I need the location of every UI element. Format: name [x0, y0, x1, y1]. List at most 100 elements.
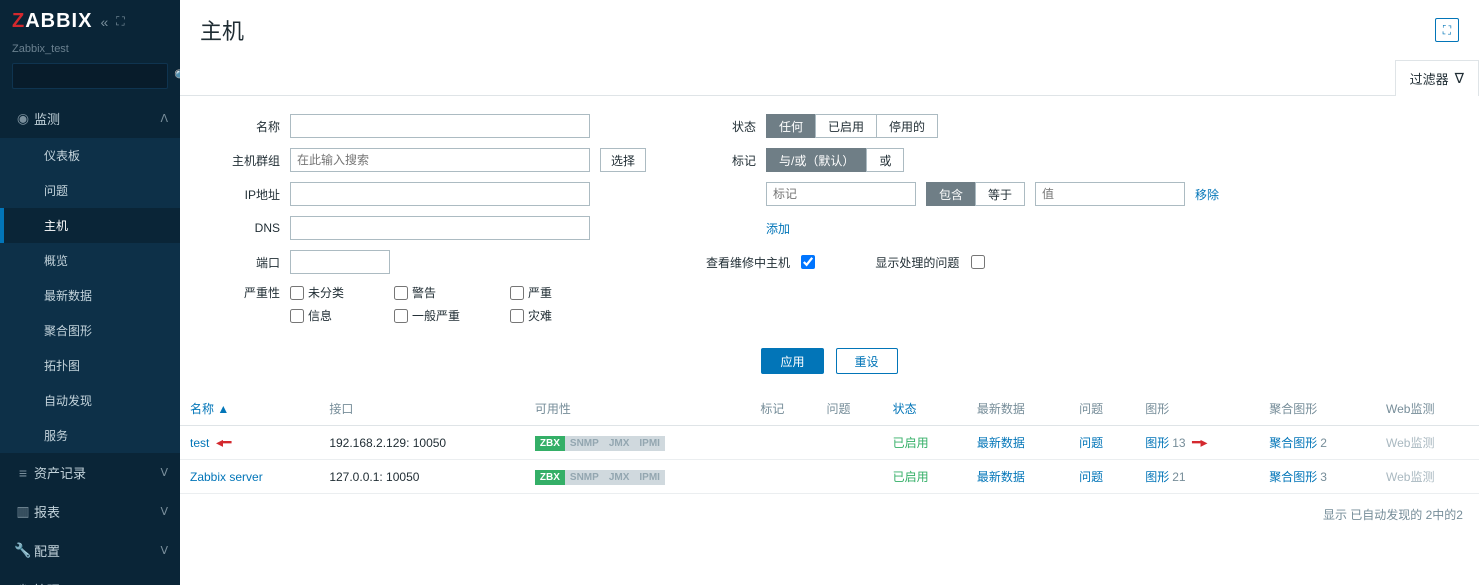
status-disabled[interactable]: 停用的 — [876, 114, 938, 138]
nav-item-problems[interactable]: 问题 — [0, 173, 180, 208]
filter-ip-input[interactable] — [290, 182, 590, 206]
web-link: Web监测 — [1386, 470, 1434, 484]
chevron-down-icon: ᐯ — [160, 466, 168, 479]
arrow-icon: ◂━ — [1192, 434, 1207, 451]
chevron-down-icon: ᐯ — [160, 505, 168, 518]
select-group-button[interactable]: 选择 — [600, 148, 646, 172]
label-name: 名称 — [210, 118, 280, 135]
chart-icon: ▥ — [12, 503, 34, 520]
show-suppressed-checkbox[interactable]: 显示处理的问题 — [875, 254, 984, 271]
th-web: Web监测 — [1376, 392, 1479, 426]
latest-link[interactable]: 最新数据 — [977, 470, 1025, 484]
wrench-icon: 🔧 — [12, 542, 34, 559]
eye-icon: ◉ — [12, 110, 34, 127]
gear-icon: ⚙ — [12, 581, 34, 585]
sidebar: ZABBIX « ⛶ Zabbix_test 🔍 ◉ 监测 ᐱ 仪表板 问题 主… — [0, 0, 180, 585]
result-count: 显示 已自动发现的 2中的2 — [180, 494, 1479, 535]
table-row: Zabbix server127.0.0.1: 10050ZBXSNMPJMXI… — [180, 460, 1479, 494]
tag-name-input[interactable] — [766, 182, 916, 206]
nav-section-config[interactable]: 🔧 配置 ᐯ — [0, 531, 180, 570]
label-tags: 标记 — [706, 152, 756, 169]
filter-port-input[interactable] — [290, 250, 390, 274]
sev-avg[interactable]: 一般严重 — [394, 307, 460, 324]
logo[interactable]: ZABBIX — [12, 10, 92, 33]
nav-section-inventory[interactable]: ≡ 资产记录 ᐯ — [0, 453, 180, 492]
tag-value-input[interactable] — [1035, 182, 1185, 206]
label-severity: 严重性 — [210, 284, 280, 301]
nav-item-hosts[interactable]: 主机 — [0, 208, 180, 243]
tag-remove-link[interactable]: 移除 — [1195, 186, 1219, 203]
th-problems2: 问题 — [1069, 392, 1135, 426]
hosts-table: 名称 ▲ 接口 可用性 标记 问题 状态 最新数据 问题 图形 聚合图形 Web… — [180, 392, 1479, 494]
th-name[interactable]: 名称 ▲ — [180, 392, 319, 426]
table-row: test ◂━192.168.2.129: 10050ZBXSNMPJMXIPM… — [180, 426, 1479, 460]
label-group: 主机群组 — [210, 152, 280, 169]
graphs-link[interactable]: 图形 — [1145, 470, 1169, 484]
maintenance-checkbox[interactable]: 查看维修中主机 — [706, 254, 815, 271]
status-segment: 任何 已启用 停用的 — [766, 114, 938, 138]
nav-section-reports[interactable]: ▥ 报表 ᐯ — [0, 492, 180, 531]
th-graphs: 图形 — [1135, 392, 1259, 426]
host-link[interactable]: Zabbix server — [190, 470, 263, 484]
fullscreen-button[interactable]: ⛶ — [1435, 18, 1459, 42]
apply-button[interactable]: 应用 — [761, 348, 823, 374]
nav: ◉ 监测 ᐱ 仪表板 问题 主机 概览 最新数据 聚合图形 拓扑图 自动发现 服… — [0, 99, 180, 585]
expand-icon[interactable]: ⛶ — [116, 14, 124, 29]
chevron-up-icon: ᐱ — [160, 112, 168, 125]
graphs-link[interactable]: 图形 — [1145, 436, 1169, 450]
problems-link[interactable]: 问题 — [1079, 470, 1103, 484]
th-problems: 问题 — [817, 392, 883, 426]
sev-info[interactable]: 信息 — [290, 307, 344, 324]
filter-toggle[interactable]: 过滤器 ∇ — [1395, 60, 1479, 96]
label-port: 端口 — [210, 254, 280, 271]
screens-link[interactable]: 聚合图形 — [1269, 470, 1317, 484]
tagmode-andor[interactable]: 与/或（默认） — [766, 148, 867, 172]
avail-badges: ZBXSNMPJMXIPMI — [535, 436, 665, 451]
arrow-icon: ◂━ — [216, 434, 231, 451]
label-dns: DNS — [210, 221, 280, 235]
server-name: Zabbix_test — [0, 43, 180, 63]
nav-section-admin[interactable]: ⚙ 管理 ᐯ — [0, 570, 180, 585]
tag-add-link[interactable]: 添加 — [766, 220, 790, 237]
th-latest: 最新数据 — [967, 392, 1069, 426]
nav-section-monitoring[interactable]: ◉ 监测 ᐱ — [0, 99, 180, 138]
filter-icon: ∇ — [1455, 70, 1464, 87]
th-status[interactable]: 状态 — [883, 392, 967, 426]
status-any[interactable]: 任何 — [766, 114, 816, 138]
search-input[interactable]: 🔍 — [12, 63, 168, 89]
sev-warn[interactable]: 警告 — [394, 284, 460, 301]
nav-item-discovery[interactable]: 自动发现 — [0, 383, 180, 418]
filter-name-input[interactable] — [290, 114, 590, 138]
web-link: Web监测 — [1386, 436, 1434, 450]
nav-item-services[interactable]: 服务 — [0, 418, 180, 453]
tag-op-equals[interactable]: 等于 — [975, 182, 1025, 206]
nav-item-dashboard[interactable]: 仪表板 — [0, 138, 180, 173]
cell-iface: 127.0.0.1: 10050 — [319, 460, 525, 494]
tag-op-contains[interactable]: 包含 — [926, 182, 976, 206]
nav-item-overview[interactable]: 概览 — [0, 243, 180, 278]
status-badge: 已启用 — [893, 436, 929, 450]
sev-high[interactable]: 严重 — [510, 284, 552, 301]
host-link[interactable]: test — [190, 436, 209, 450]
sort-asc-icon: ▲ — [217, 402, 229, 416]
screens-link[interactable]: 聚合图形 — [1269, 436, 1317, 450]
filter-group-input[interactable] — [290, 148, 590, 172]
tagmode-or[interactable]: 或 — [866, 148, 904, 172]
th-iface: 接口 — [319, 392, 525, 426]
sev-uncls[interactable]: 未分类 — [290, 284, 344, 301]
sev-disaster[interactable]: 灾难 — [510, 307, 552, 324]
nav-item-screens[interactable]: 聚合图形 — [0, 313, 180, 348]
latest-link[interactable]: 最新数据 — [977, 436, 1025, 450]
reset-button[interactable]: 重设 — [836, 348, 898, 374]
nav-item-maps[interactable]: 拓扑图 — [0, 348, 180, 383]
page-title: 主机 — [200, 14, 1435, 46]
collapse-sidebar-icon[interactable]: « — [100, 14, 108, 30]
filter-dns-input[interactable] — [290, 216, 590, 240]
label-ip: IP地址 — [210, 186, 280, 203]
th-screens: 聚合图形 — [1259, 392, 1376, 426]
chevron-down-icon: ᐯ — [160, 544, 168, 557]
status-enabled[interactable]: 已启用 — [815, 114, 877, 138]
problems-link[interactable]: 问题 — [1079, 436, 1103, 450]
status-badge: 已启用 — [893, 470, 929, 484]
nav-item-latest[interactable]: 最新数据 — [0, 278, 180, 313]
